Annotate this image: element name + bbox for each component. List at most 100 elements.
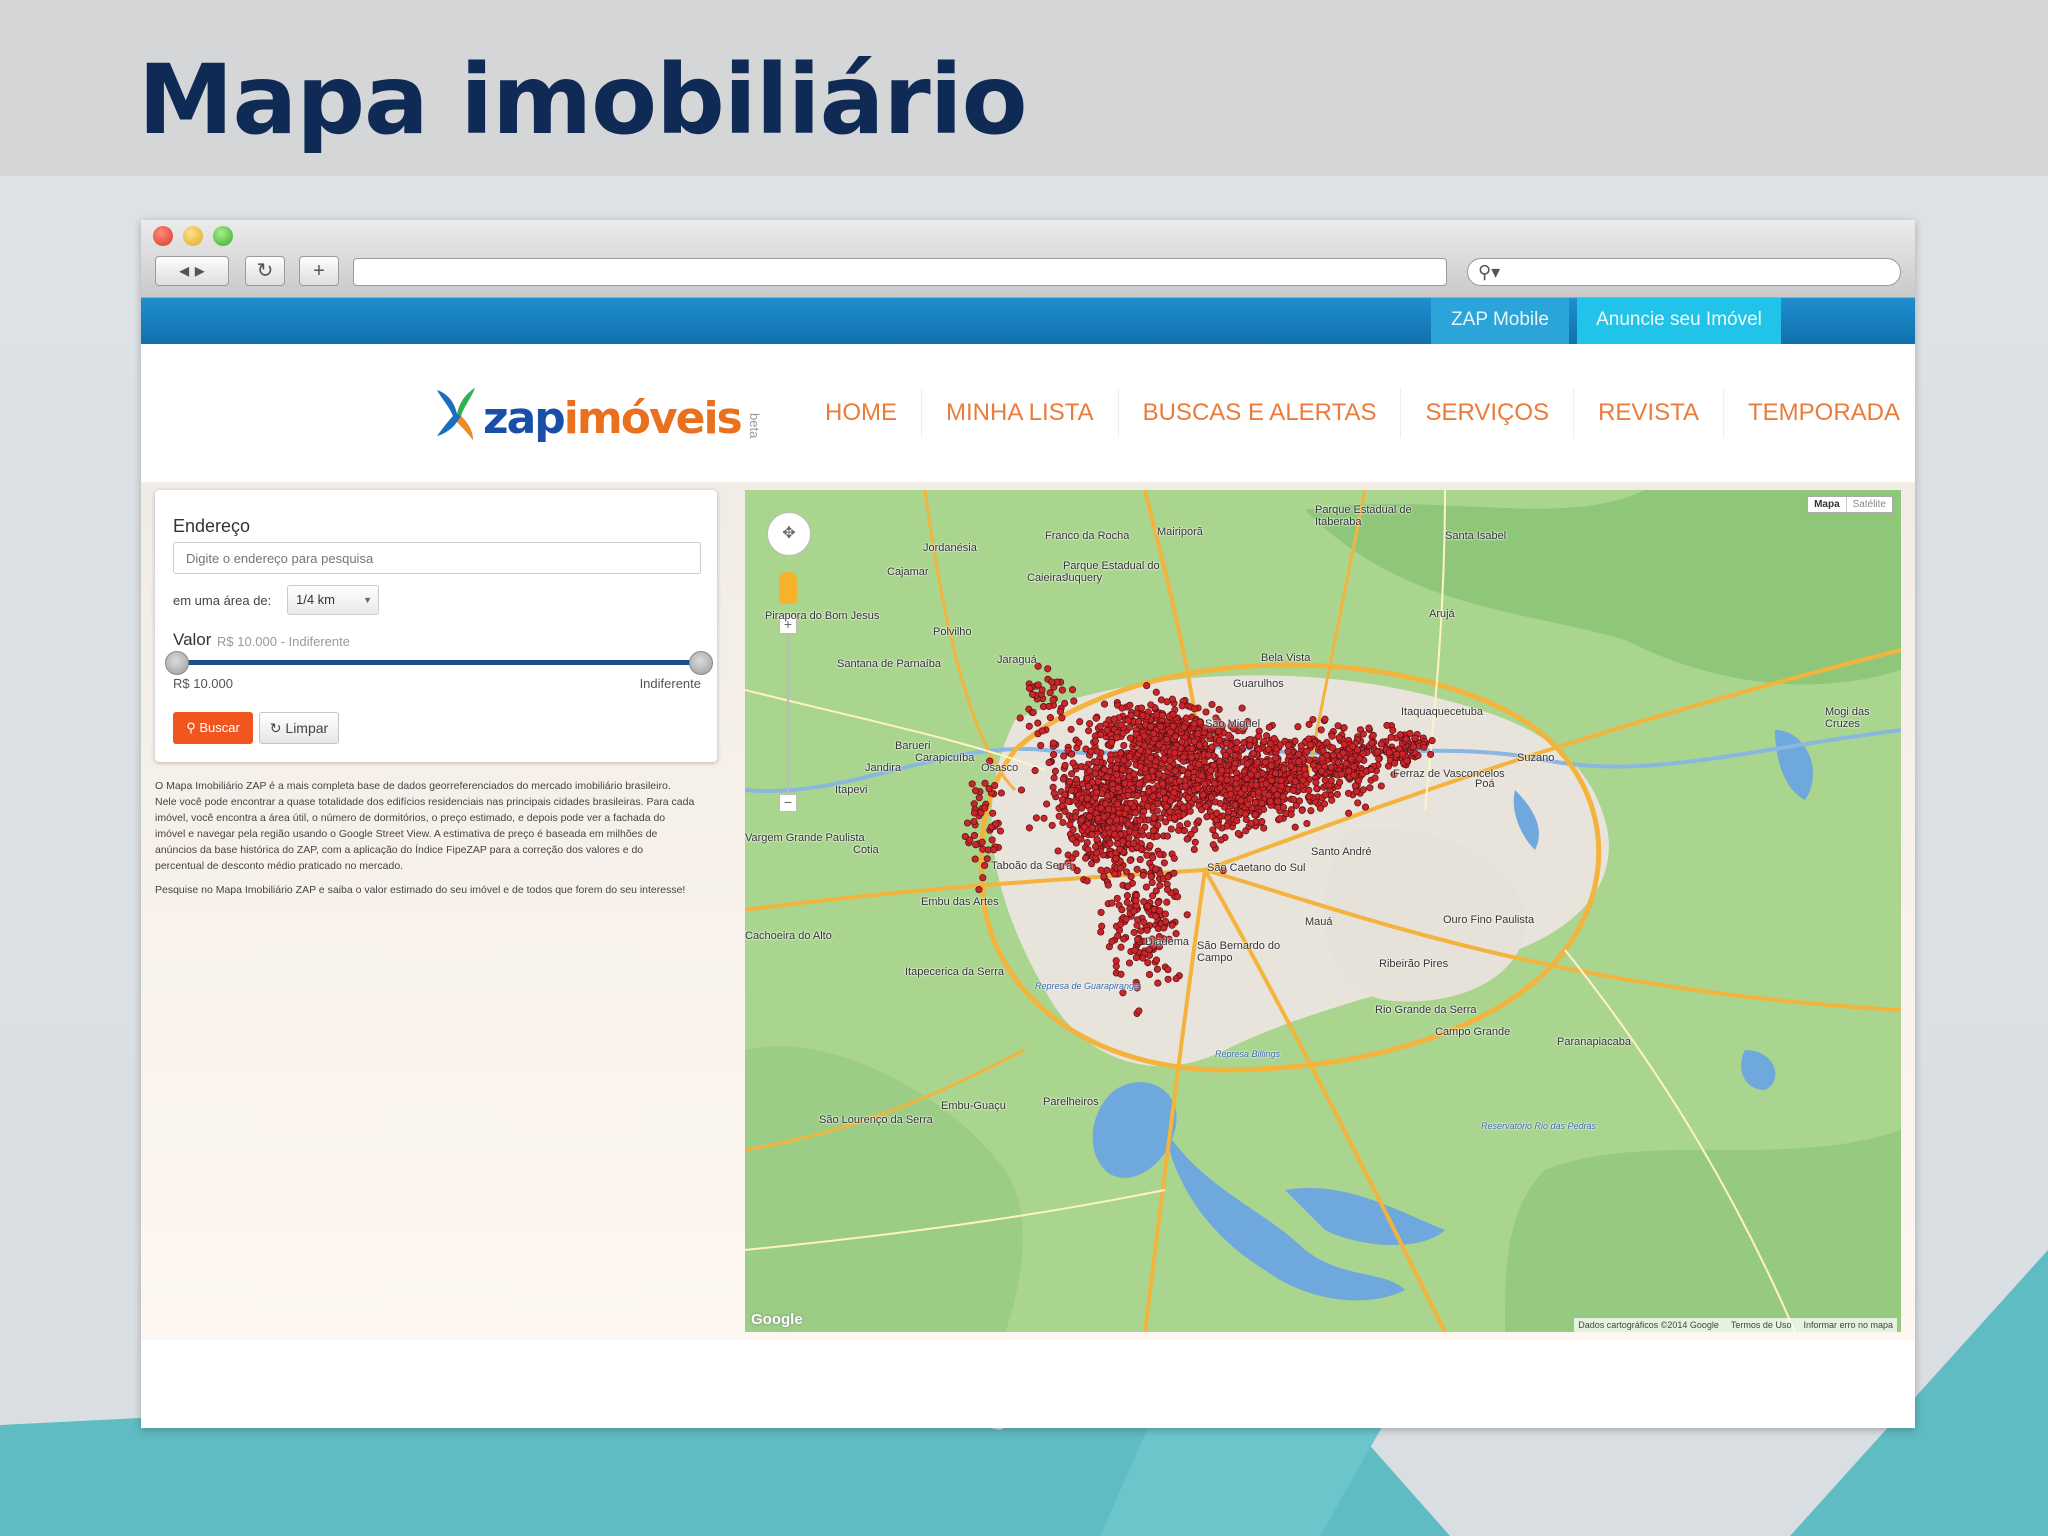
property-marker[interactable] — [1084, 846, 1092, 854]
property-marker[interactable] — [1216, 799, 1224, 808]
property-marker[interactable] — [1061, 807, 1069, 815]
property-marker[interactable] — [1254, 788, 1262, 796]
property-marker[interactable] — [968, 780, 976, 788]
property-marker[interactable] — [1150, 730, 1158, 738]
property-marker[interactable] — [1182, 714, 1190, 722]
property-marker[interactable] — [1345, 809, 1353, 817]
property-marker[interactable] — [1086, 720, 1094, 728]
property-marker[interactable] — [1051, 767, 1059, 775]
property-marker[interactable] — [1319, 747, 1327, 755]
property-marker[interactable] — [1267, 762, 1275, 770]
street-view-pegman-icon[interactable] — [779, 572, 797, 604]
property-marker[interactable] — [1028, 690, 1037, 698]
property-marker[interactable] — [1143, 682, 1151, 690]
maximize-window-button[interactable] — [213, 226, 233, 246]
property-marker[interactable] — [1246, 735, 1254, 744]
property-marker[interactable] — [1373, 748, 1381, 756]
property-marker[interactable] — [1164, 975, 1172, 983]
address-bar[interactable] — [353, 258, 1447, 286]
terms-link[interactable]: Termos de Uso — [1731, 1318, 1792, 1332]
property-marker[interactable] — [1048, 678, 1056, 686]
property-marker[interactable] — [1113, 800, 1121, 808]
property-marker[interactable] — [1137, 927, 1145, 935]
property-marker[interactable] — [1068, 770, 1076, 778]
property-marker[interactable] — [1148, 767, 1156, 775]
property-marker[interactable] — [1160, 859, 1168, 867]
property-marker[interactable] — [1234, 830, 1242, 838]
property-marker[interactable] — [1086, 813, 1094, 821]
property-marker[interactable] — [1131, 829, 1139, 837]
property-marker[interactable] — [1067, 725, 1075, 733]
property-marker[interactable] — [1287, 762, 1295, 770]
property-marker[interactable] — [1297, 742, 1305, 750]
property-marker[interactable] — [1328, 796, 1336, 804]
property-marker[interactable] — [1119, 729, 1127, 737]
property-marker[interactable] — [1152, 688, 1160, 696]
property-marker[interactable] — [1340, 724, 1348, 732]
property-marker[interactable] — [970, 817, 978, 826]
property-marker[interactable] — [1216, 784, 1224, 792]
property-marker[interactable] — [1377, 740, 1385, 748]
property-marker[interactable] — [1252, 781, 1260, 789]
property-marker[interactable] — [1069, 826, 1077, 834]
property-marker[interactable] — [1061, 761, 1069, 769]
property-marker[interactable] — [1129, 839, 1138, 848]
property-marker[interactable] — [1097, 866, 1105, 874]
property-marker[interactable] — [1334, 758, 1342, 766]
property-marker[interactable] — [1202, 708, 1210, 716]
valor-slider-track[interactable] — [175, 660, 703, 665]
property-marker[interactable] — [1155, 770, 1163, 778]
property-marker[interactable] — [1265, 723, 1273, 731]
property-marker[interactable] — [1169, 710, 1177, 718]
property-marker[interactable] — [1059, 775, 1067, 783]
property-marker[interactable] — [1149, 792, 1157, 800]
property-marker[interactable] — [1223, 776, 1231, 784]
property-marker[interactable] — [1406, 729, 1414, 737]
property-marker[interactable] — [983, 855, 991, 863]
property-marker[interactable] — [1321, 791, 1330, 799]
valor-slider-min-handle[interactable] — [165, 651, 189, 675]
property-marker[interactable] — [1420, 743, 1428, 751]
property-marker[interactable] — [1194, 730, 1202, 738]
property-marker[interactable] — [1068, 786, 1076, 794]
property-marker[interactable] — [1140, 918, 1148, 926]
property-marker[interactable] — [1201, 780, 1209, 788]
property-marker[interactable] — [1258, 799, 1266, 807]
property-marker[interactable] — [1054, 847, 1062, 855]
property-marker[interactable] — [1032, 814, 1040, 822]
property-marker[interactable] — [1132, 897, 1140, 905]
property-marker[interactable] — [1180, 827, 1189, 835]
property-marker[interactable] — [1179, 766, 1187, 774]
property-marker[interactable] — [1222, 751, 1230, 759]
property-marker[interactable] — [1333, 790, 1341, 798]
property-marker[interactable] — [1072, 850, 1080, 858]
property-marker[interactable] — [1093, 758, 1101, 766]
property-marker[interactable] — [1241, 810, 1249, 818]
property-marker[interactable] — [1321, 715, 1329, 723]
property-marker[interactable] — [978, 838, 986, 846]
property-marker[interactable] — [1117, 970, 1125, 978]
property-marker[interactable] — [1146, 842, 1154, 850]
property-marker[interactable] — [1106, 756, 1115, 764]
property-marker[interactable] — [1258, 818, 1266, 826]
property-marker[interactable] — [1214, 821, 1222, 829]
property-marker[interactable] — [988, 836, 996, 844]
property-marker[interactable] — [1403, 757, 1411, 765]
property-marker[interactable] — [1207, 766, 1215, 774]
property-marker[interactable] — [1170, 789, 1178, 797]
property-marker[interactable] — [1166, 808, 1174, 816]
property-marker[interactable] — [1066, 778, 1074, 786]
property-marker[interactable] — [1351, 782, 1359, 790]
minimize-window-button[interactable] — [183, 226, 203, 246]
property-marker[interactable] — [1367, 766, 1375, 774]
property-marker[interactable] — [1359, 750, 1367, 758]
property-marker[interactable] — [1113, 771, 1121, 779]
property-marker[interactable] — [1209, 826, 1217, 834]
property-marker[interactable] — [1211, 832, 1219, 840]
property-marker[interactable] — [1069, 759, 1077, 767]
nav-minha-lista[interactable]: MINHA LISTA — [922, 388, 1119, 438]
property-marker[interactable] — [1147, 723, 1155, 731]
property-marker[interactable] — [1295, 758, 1303, 766]
property-marker[interactable] — [1305, 720, 1313, 728]
property-marker[interactable] — [1251, 811, 1259, 819]
